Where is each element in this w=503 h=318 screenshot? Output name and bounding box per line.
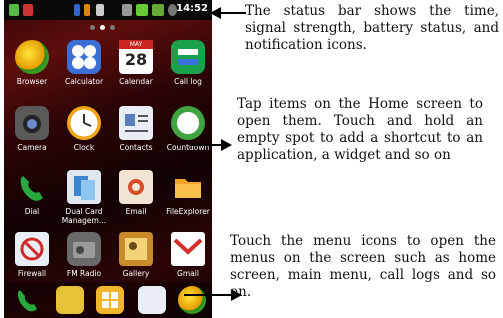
signal-icon xyxy=(96,4,104,16)
contacts-icon xyxy=(119,106,153,140)
status-bar[interactable]: 14:52 xyxy=(4,0,212,20)
contacts-icon[interactable] xyxy=(138,286,166,314)
app-dual-card[interactable]: Dual Card Managem… xyxy=(58,170,110,236)
arrow-menu-line xyxy=(184,294,232,296)
notification-icon xyxy=(23,4,33,16)
radio-icon xyxy=(67,232,101,266)
browser-icon xyxy=(15,40,49,74)
gmail-icon xyxy=(171,232,205,266)
messaging-icon[interactable] xyxy=(56,286,84,314)
app-countdown[interactable]: Countdown xyxy=(162,106,212,172)
wifi-icon xyxy=(152,4,164,16)
sim-icon xyxy=(74,4,80,16)
dial-icon xyxy=(15,170,49,204)
calendar-icon: MAY 28 xyxy=(119,40,153,74)
arrow-status-line xyxy=(220,12,246,14)
sim-icon xyxy=(84,4,90,16)
gallery-icon xyxy=(119,232,153,266)
app-file-explorer[interactable]: FileExplorer xyxy=(162,170,212,236)
phone-icon[interactable] xyxy=(14,286,42,314)
app-calculator[interactable]: Calculator xyxy=(58,40,110,106)
app-dial[interactable]: Dial xyxy=(6,170,58,236)
app-contacts[interactable]: Contacts xyxy=(110,106,162,172)
status-bar-callout: The status bar shows the time, signal st… xyxy=(245,3,499,53)
phone-screen: 14:52 Browser Calculator MAY 28 Calendar… xyxy=(4,0,212,318)
notification-icon xyxy=(9,4,19,16)
email-icon xyxy=(119,170,153,204)
menu-icon[interactable] xyxy=(96,286,124,314)
arrow-home-line xyxy=(190,144,222,146)
app-call-log[interactable]: Call log xyxy=(162,40,212,106)
page-dot-active[interactable] xyxy=(100,25,105,30)
menu-icons-callout: Touch the menu icons to open the menus o… xyxy=(230,233,496,300)
folder-icon xyxy=(171,170,205,204)
clock-icon xyxy=(67,106,101,140)
network-icon xyxy=(122,4,132,16)
calculator-icon xyxy=(67,40,101,74)
dock-bar xyxy=(4,282,212,318)
dual-card-icon xyxy=(67,170,101,204)
app-camera[interactable]: Camera xyxy=(6,106,58,172)
page-indicator xyxy=(4,22,212,32)
app-browser[interactable]: Browser xyxy=(6,40,58,106)
status-time: 14:52 xyxy=(176,3,208,14)
camera-icon xyxy=(15,106,49,140)
app-clock[interactable]: Clock xyxy=(58,106,110,172)
arrow-home xyxy=(221,139,232,151)
signal-strength-icon xyxy=(136,4,148,16)
browser-icon[interactable] xyxy=(178,286,206,314)
call-log-icon xyxy=(171,40,205,74)
countdown-icon xyxy=(171,106,205,140)
app-email[interactable]: Email xyxy=(110,170,162,236)
firewall-icon xyxy=(15,232,49,266)
page-dot[interactable] xyxy=(90,25,95,30)
page-dot[interactable] xyxy=(110,25,115,30)
app-calendar[interactable]: MAY 28 Calendar xyxy=(110,40,162,106)
home-screen-callout: Tap items on the Home screen to open the… xyxy=(237,96,483,163)
